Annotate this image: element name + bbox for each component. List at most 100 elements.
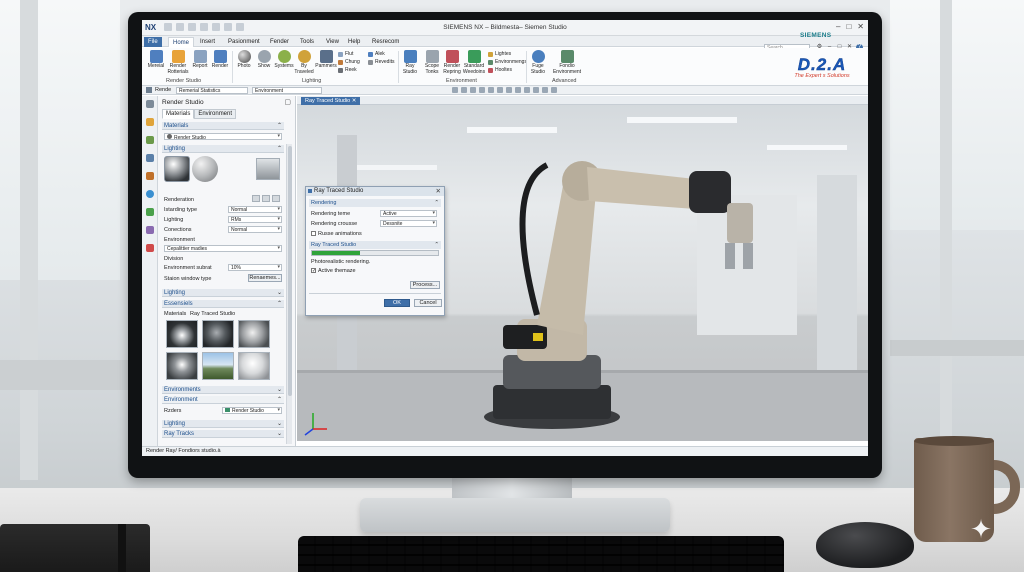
history-icon[interactable] [146,154,154,162]
active-themaze-checkbox[interactable]: ✓ Active themaze [311,268,356,274]
tab-fender[interactable]: Fender [266,37,293,47]
cancel-button[interactable]: Cancel [414,299,442,307]
material-thumb-landscape[interactable] [202,352,234,380]
dialog-close-icon[interactable]: ✕ [436,187,441,196]
chung-item[interactable]: Chung [338,59,360,65]
environment-select[interactable]: Environment [252,87,322,94]
material-thumb-metal[interactable] [166,352,198,380]
rendering-crousse-select[interactable]: Dessnite [380,220,437,227]
material-button[interactable]: Mereial [144,50,168,70]
essensiels-section-header[interactable]: Essensiels ⌃ [162,300,284,308]
material-thumb-glossy[interactable] [238,320,270,348]
environment-value-select[interactable]: Cepalittier madies [164,245,282,252]
filter-icon[interactable] [461,87,467,93]
tab-resrecom[interactable]: Resrecom [368,37,403,47]
fuge-studio-button[interactable]: Fuge Studio [526,50,550,75]
matte-sphere-swatch[interactable] [192,156,218,182]
maximize-icon[interactable]: □ [846,22,851,31]
system-icon[interactable] [146,244,154,252]
part-navigator-icon[interactable] [146,136,154,144]
lighting-select[interactable]: RMs [228,216,282,223]
istarding-type-select[interactable]: Normal [228,206,282,213]
library-icon[interactable] [146,226,154,234]
renders-select[interactable]: Render Studio [222,407,282,414]
point-icon[interactable] [497,87,503,93]
tab-file[interactable]: File [144,37,162,47]
orient-icon[interactable] [551,87,557,93]
materials-section-header[interactable]: Materials ⌃ [162,122,284,130]
tab-materials[interactable]: Materials [162,109,195,119]
pin-icon[interactable] [146,100,154,108]
material-thumb-chrome[interactable] [166,320,198,348]
roles-icon[interactable] [146,208,154,216]
render-materials-button[interactable]: Render Rotterials [166,50,190,75]
body-icon[interactable] [524,87,530,93]
revedits-item[interactable]: Revedits [368,59,394,65]
environmengs-item[interactable]: Environmengs [488,59,527,65]
conections-select[interactable]: Normal [228,226,282,233]
view-icon[interactable] [542,87,548,93]
ray-traced-section-header[interactable]: Ray Traced Studio ⌃ [309,241,441,249]
lighting-section-header-2[interactable]: Lighting ⌄ [162,289,284,297]
lighting-section-header[interactable]: Lighting ⌃ [162,145,284,153]
light-preview-swatch[interactable] [256,158,280,180]
tab-view[interactable]: View [322,37,343,47]
tab-home[interactable]: Home [168,37,195,47]
russe-animations-checkbox[interactable]: Russe animations [311,231,362,237]
checkbox-unchecked[interactable] [311,231,316,237]
reek-item[interactable]: Reek [338,67,357,73]
ok-button[interactable]: OK [384,299,410,307]
alek-item[interactable]: Alek [368,51,385,57]
tab-environment[interactable]: Environment [194,109,237,119]
lighting-section-header-3[interactable]: Lighting ⌄ [162,420,284,428]
render-mode-icon[interactable] [272,195,280,202]
standard-weedoins-button[interactable]: Standard Weedoins [462,50,486,75]
flut-item[interactable]: Flut [338,51,353,57]
select-icon[interactable] [470,87,476,93]
palette-icon[interactable] [146,172,154,180]
render-button[interactable]: Render [208,50,232,70]
panel-scrollbar[interactable] [286,144,292,444]
checkbox-checked[interactable]: ✓ [311,268,316,274]
rendering-section-header[interactable]: Rendering ⌃ [309,199,441,207]
environments-section-header[interactable]: Environments ⌄ [162,386,284,394]
by-traveled-button[interactable]: By Traveled [292,50,316,75]
ray-studio-button[interactable]: Ray Studio [398,50,422,75]
material-thumb-white[interactable] [238,352,270,380]
tab-insert[interactable]: Insert [196,37,219,47]
lightes-item[interactable]: Lightes [488,51,511,57]
render-mode-icon[interactable] [262,195,270,202]
grid-icon[interactable] [479,87,485,93]
close-icon[interactable]: ✕ [857,22,864,31]
env-subrat-select[interactable]: 10% [228,264,282,271]
assembly-icon[interactable] [146,118,154,126]
render-mode-icon[interactable] [252,195,260,202]
render-toolbar-icon[interactable] [146,87,152,93]
snap-icon[interactable] [452,87,458,93]
process-button[interactable]: Process... [410,281,440,289]
environment-section-header[interactable]: Environment ⌃ [162,396,284,404]
materials-select[interactable]: Render Studio [164,133,282,141]
panel-close-icon[interactable]: ▢ [284,98,291,106]
measure-icon[interactable] [488,87,494,93]
mini-tab-ray-traced[interactable]: Ray Traced Studio [190,311,235,317]
fondio-environment-button[interactable]: Fondio Environment [552,50,582,75]
tab-tools[interactable]: Tools [296,37,318,47]
hooltes-item[interactable]: Hooltes [488,67,512,73]
tab-pasionment[interactable]: Pasionment [224,37,264,47]
tab-help[interactable]: Help [344,37,364,47]
material-thumb-dark-sphere[interactable] [202,320,234,348]
chrome-sphere-swatch[interactable] [164,156,190,182]
tab-ray-traced-studio[interactable]: Ray Traced Studio ✕ [301,97,361,105]
web-icon[interactable] [146,190,154,198]
material-statistics-select[interactable]: Remerial Statistics [176,87,248,94]
edge-icon[interactable] [533,87,539,93]
rendering-teme-select[interactable]: Active [380,210,437,217]
pammers-button[interactable]: Pammers [314,50,338,70]
minimize-icon[interactable]: – [836,22,840,31]
face-icon[interactable] [515,87,521,93]
render-repring-button[interactable]: Render Repring [440,50,464,75]
line-icon[interactable] [506,87,512,93]
renaemes-button[interactable]: Renaemes... [248,274,282,282]
mini-tab-materials[interactable]: Materials [164,311,186,317]
